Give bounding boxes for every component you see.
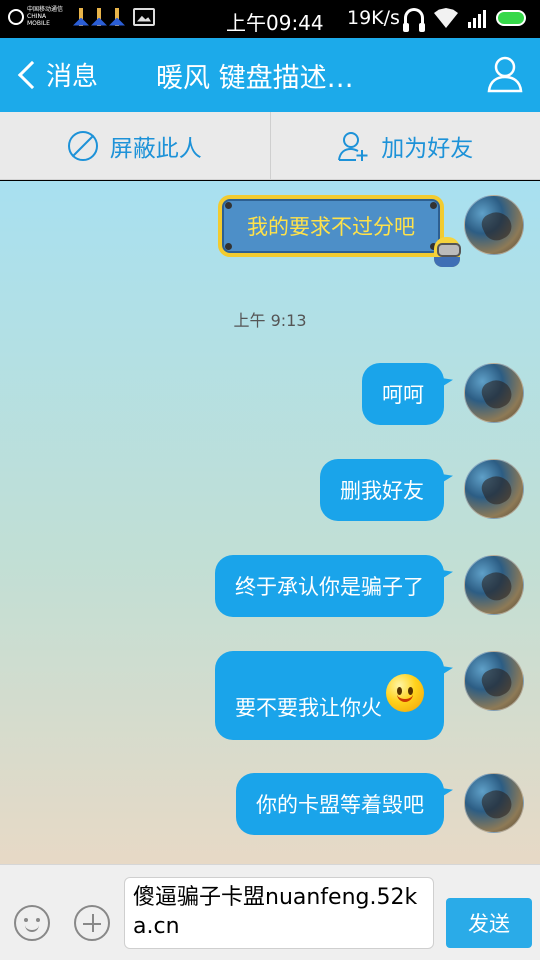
china-mobile-icon [8,8,24,25]
message-bubble[interactable]: 呵呵 [362,363,444,425]
headset-icon [403,8,425,32]
notification-icons [73,7,125,26]
message-bubble[interactable]: 要不要我让你火 [215,651,444,740]
message-bubble[interactable]: 删我好友 [320,459,444,521]
message-text: 终于承认你是骗子了 [235,575,424,599]
block-user-label: 屏蔽此人 [109,135,202,162]
message-bubble[interactable]: 你的卡盟等着毁吧 [236,773,444,835]
message-input[interactable]: 傻逼骗子卡盟nuanfeng.52ka.cn [124,877,434,949]
signal-icon [468,8,486,28]
avatar[interactable] [464,773,524,833]
add-friend-button[interactable]: 加为好友 [269,112,540,179]
message-text: 你的卡盟等着毁吧 [256,793,424,817]
avatar[interactable] [464,651,524,711]
message-bubble[interactable]: 终于承认你是骗子了 [215,555,444,617]
avatar[interactable] [464,363,524,423]
plus-button[interactable] [74,905,110,941]
message-timestamp: 上午 9:13 [233,311,307,330]
status-icons [403,8,526,32]
add-friend-icon [338,131,368,161]
status-time: 上午09:44 [226,11,324,35]
message-text: 要不要我让你火 [235,695,382,720]
smiley-icon [386,673,424,712]
person-icon [487,56,523,93]
avatar[interactable] [464,195,524,255]
flag-icon [109,7,125,26]
message-bubble[interactable]: 我的要求不过分吧 [218,195,461,267]
profile-button[interactable] [486,54,524,94]
chevron-left-icon [17,60,47,89]
battery-icon [496,10,526,26]
minion-icon [434,237,461,267]
message-text: 删我好友 [340,479,424,503]
flag-icon [73,7,89,26]
network-speed: 19K/s [347,7,400,29]
status-left: 中国移动通信 CHINA MOBILE [8,6,155,27]
chat-title: 暖风 键盘描述… [156,63,354,94]
stranger-action-bar: 屏蔽此人 加为好友 [0,112,540,180]
flag-icon [91,7,107,26]
back-label: 消息 [46,62,99,92]
emoji-button[interactable] [14,905,50,941]
message-text: 我的要求不过分吧 [247,215,415,239]
block-icon [67,130,98,161]
avatar[interactable] [464,555,524,615]
status-bar: 中国移动通信 CHINA MOBILE 上午09:44 19K/s [0,0,540,38]
chat-header: 消息 暖风 键盘描述… [0,38,540,112]
message-text: 呵呵 [382,383,424,407]
carrier-logo: 中国移动通信 CHINA MOBILE [8,6,65,27]
block-user-button[interactable]: 屏蔽此人 [0,112,270,179]
chat-area[interactable]: 我的要求不过分吧 上午 9:13 呵呵 删我好友 终于承认你是骗子了 要不要我让… [0,181,540,864]
add-friend-label: 加为好友 [381,135,474,162]
wifi-icon [434,8,458,28]
avatar[interactable] [464,459,524,519]
send-button[interactable]: 发送 [446,898,532,948]
image-icon [133,7,155,26]
carrier-text: 中国移动通信 CHINA MOBILE [27,6,64,27]
back-button[interactable]: 消息 [14,56,98,93]
input-bar: 傻逼骗子卡盟nuanfeng.52ka.cn 发送 [0,864,540,960]
